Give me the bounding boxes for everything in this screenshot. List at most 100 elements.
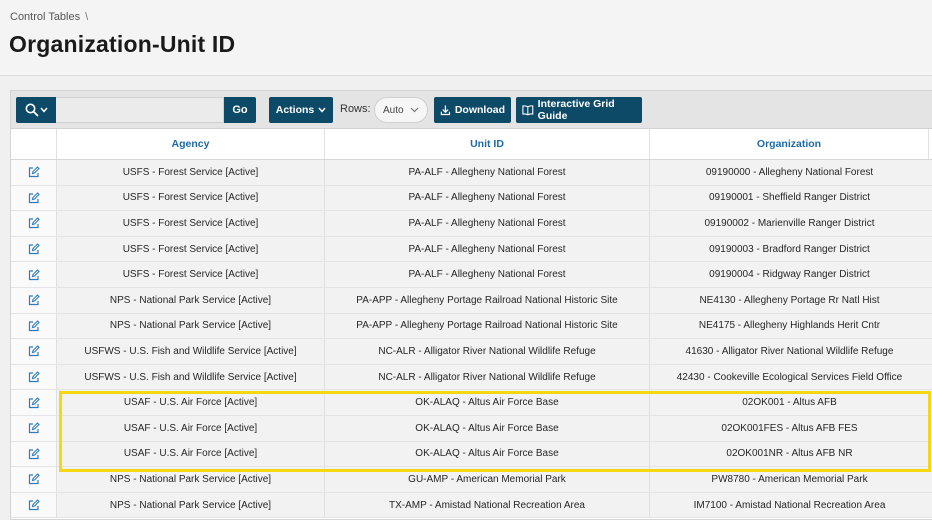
table-row[interactable]: USFS - Forest Service [Active] PA-ALF - A… — [11, 262, 932, 288]
table-row[interactable]: USAF - U.S. Air Force [Active] OK-ALAQ - … — [11, 441, 932, 468]
cell-organization[interactable]: 41630 - Alligator River National Wildlif… — [650, 339, 929, 364]
cell-organization[interactable]: PW8780 - American Memorial Park — [650, 467, 929, 492]
cell-unit-id[interactable]: NC-ALR - Alligator River National Wildli… — [325, 339, 650, 364]
breadcrumb-item-control-tables[interactable]: Control Tables — [10, 11, 80, 23]
cell-unit-id[interactable]: OK-ALAQ - Altus Air Force Base — [325, 390, 650, 415]
column-header-unit-id[interactable]: Unit ID — [325, 129, 650, 159]
cell-unit-id[interactable]: PA-ALF - Allegheny National Forest — [325, 160, 650, 185]
search-column-menu-button[interactable] — [16, 97, 56, 123]
cell-organization[interactable]: 09190002 - Marienville Ranger District — [650, 211, 929, 236]
cell-agency[interactable]: USAF - U.S. Air Force [Active] — [57, 390, 325, 415]
cell-unit-id[interactable]: PA-ALF - Allegheny National Forest — [325, 262, 650, 287]
edit-row-button[interactable] — [11, 441, 57, 467]
column-header-agency[interactable]: Agency — [57, 129, 325, 159]
cell-agency[interactable]: USFS - Forest Service [Active] — [57, 185, 325, 211]
cell-unit-id[interactable]: PA-ALF - Allegheny National Forest — [325, 211, 650, 236]
grid-header-edit — [11, 129, 57, 159]
cell-unit-id[interactable]: TX-AMP - Amistad National Recreation Are… — [325, 492, 650, 518]
edit-row-button[interactable] — [11, 339, 57, 364]
table-row[interactable]: USFS - Forest Service [Active] PA-ALF - A… — [11, 211, 932, 237]
chevron-down-icon — [39, 107, 48, 113]
cell-unit-id[interactable]: PA-ALF - Allegheny National Forest — [325, 236, 650, 262]
cell-organization[interactable]: NE4175 - Allegheny Highlands Herit Cntr — [650, 314, 929, 339]
edit-icon — [28, 345, 40, 357]
table-row[interactable]: USFS - Forest Service [Active] PA-ALF - A… — [11, 236, 932, 263]
download-icon — [440, 105, 451, 116]
edit-row-button[interactable] — [11, 313, 57, 339]
edit-icon — [28, 499, 40, 511]
grid-toolbar: Go Actions Rows: Auto Download Interacti… — [11, 91, 932, 129]
edit-row-button[interactable] — [11, 160, 57, 185]
cell-agency[interactable]: USFS - Forest Service [Active] — [57, 160, 325, 185]
table-row[interactable]: NPS - National Park Service [Active] GU-A… — [11, 467, 932, 493]
cell-organization[interactable]: 42430 - Cookeville Ecological Services F… — [650, 365, 929, 390]
cell-agency[interactable]: USAF - U.S. Air Force [Active] — [57, 415, 325, 441]
cell-organization[interactable]: 09190001 - Sheffield Ranger District — [650, 186, 929, 211]
cell-organization[interactable]: IM7100 - Amistad National Recreation Are… — [650, 493, 929, 518]
cell-organization[interactable]: 02OK001 - Altus AFB — [650, 390, 929, 415]
page-header: Control Tables \ Organization-Unit ID — [0, 0, 932, 76]
interactive-grid-guide-button[interactable]: Interactive Grid Guide — [516, 97, 642, 123]
edit-row-button[interactable] — [11, 467, 57, 492]
cell-agency[interactable]: NPS - National Park Service [Active] — [57, 467, 325, 492]
grid-header-row: Agency Unit ID Organization — [11, 129, 932, 160]
cell-unit-id[interactable]: NC-ALR - Alligator River National Wildli… — [325, 364, 650, 390]
edit-row-button[interactable] — [11, 211, 57, 236]
download-label: Download — [454, 104, 505, 116]
edit-icon — [28, 243, 40, 255]
actions-label: Actions — [275, 104, 315, 116]
cell-agency[interactable]: USAF - U.S. Air Force [Active] — [57, 441, 325, 467]
edit-row-button[interactable] — [11, 390, 57, 415]
cell-agency[interactable]: USFS - Forest Service [Active] — [57, 262, 325, 287]
go-button[interactable]: Go — [224, 97, 256, 123]
cell-agency[interactable]: NPS - National Park Service [Active] — [57, 492, 325, 518]
page-title: Organization-Unit ID — [9, 31, 236, 57]
edit-icon — [28, 448, 40, 460]
download-button[interactable]: Download — [434, 97, 511, 123]
table-row[interactable]: NPS - National Park Service [Active] PA-A… — [11, 287, 932, 314]
grid-body: USFS - Forest Service [Active] PA-ALF - A… — [11, 160, 932, 519]
cell-organization[interactable]: 02OK001FES - Altus AFB FES — [650, 416, 929, 441]
cell-organization[interactable]: 09190004 - Ridgway Ranger District — [650, 262, 929, 287]
cell-agency[interactable]: USFS - Forest Service [Active] — [57, 211, 325, 236]
chevron-down-icon — [318, 107, 326, 113]
edit-row-button[interactable] — [11, 262, 57, 287]
cell-agency[interactable]: USFWS - U.S. Fish and Wildlife Service [… — [57, 364, 325, 390]
cell-organization[interactable]: NE4130 - Allegheny Portage Rr Natl Hist — [650, 288, 929, 313]
table-row[interactable]: USAF - U.S. Air Force [Active] OK-ALAQ - … — [11, 390, 932, 416]
cell-organization[interactable]: 09190000 - Allegheny National Forest — [650, 160, 929, 185]
table-row[interactable]: USFS - Forest Service [Active] PA-ALF - A… — [11, 160, 932, 186]
edit-row-button[interactable] — [11, 364, 57, 390]
column-header-organization[interactable]: Organization — [650, 129, 929, 159]
search-input[interactable] — [56, 97, 224, 123]
rows-select[interactable]: Auto — [374, 97, 428, 123]
edit-row-button[interactable] — [11, 492, 57, 518]
cell-unit-id[interactable]: OK-ALAQ - Altus Air Force Base — [325, 441, 650, 467]
edit-icon — [28, 422, 40, 434]
actions-menu-button[interactable]: Actions — [269, 97, 333, 123]
cell-unit-id[interactable]: GU-AMP - American Memorial Park — [325, 467, 650, 492]
table-row[interactable]: USFS - Forest Service [Active] PA-ALF - A… — [11, 185, 932, 212]
table-row[interactable]: NPS - National Park Service [Active] TX-A… — [11, 492, 932, 519]
cell-organization[interactable]: 09190003 - Bradford Ranger District — [650, 237, 929, 262]
cell-agency[interactable]: NPS - National Park Service [Active] — [57, 313, 325, 339]
data-grid: Agency Unit ID Organization USFS - Fores… — [11, 129, 932, 519]
edit-row-button[interactable] — [11, 236, 57, 262]
cell-unit-id[interactable]: PA-APP - Allegheny Portage Railroad Nati… — [325, 287, 650, 313]
cell-organization[interactable]: 02OK001NR - Altus AFB NR — [650, 442, 929, 467]
cell-agency[interactable]: USFWS - U.S. Fish and Wildlife Service [… — [57, 339, 325, 364]
table-row[interactable]: USFWS - U.S. Fish and Wildlife Service [… — [11, 364, 932, 391]
search-icon — [25, 103, 38, 117]
cell-unit-id[interactable]: PA-APP - Allegheny Portage Railroad Nati… — [325, 313, 650, 339]
edit-row-button[interactable] — [11, 415, 57, 441]
edit-icon — [28, 217, 40, 229]
cell-unit-id[interactable]: PA-ALF - Allegheny National Forest — [325, 185, 650, 211]
cell-unit-id[interactable]: OK-ALAQ - Altus Air Force Base — [325, 415, 650, 441]
table-row[interactable]: USAF - U.S. Air Force [Active] OK-ALAQ - … — [11, 415, 932, 442]
edit-row-button[interactable] — [11, 287, 57, 313]
table-row[interactable]: USFWS - U.S. Fish and Wildlife Service [… — [11, 339, 932, 365]
edit-row-button[interactable] — [11, 185, 57, 211]
table-row[interactable]: NPS - National Park Service [Active] PA-A… — [11, 313, 932, 340]
cell-agency[interactable]: NPS - National Park Service [Active] — [57, 287, 325, 313]
cell-agency[interactable]: USFS - Forest Service [Active] — [57, 236, 325, 262]
